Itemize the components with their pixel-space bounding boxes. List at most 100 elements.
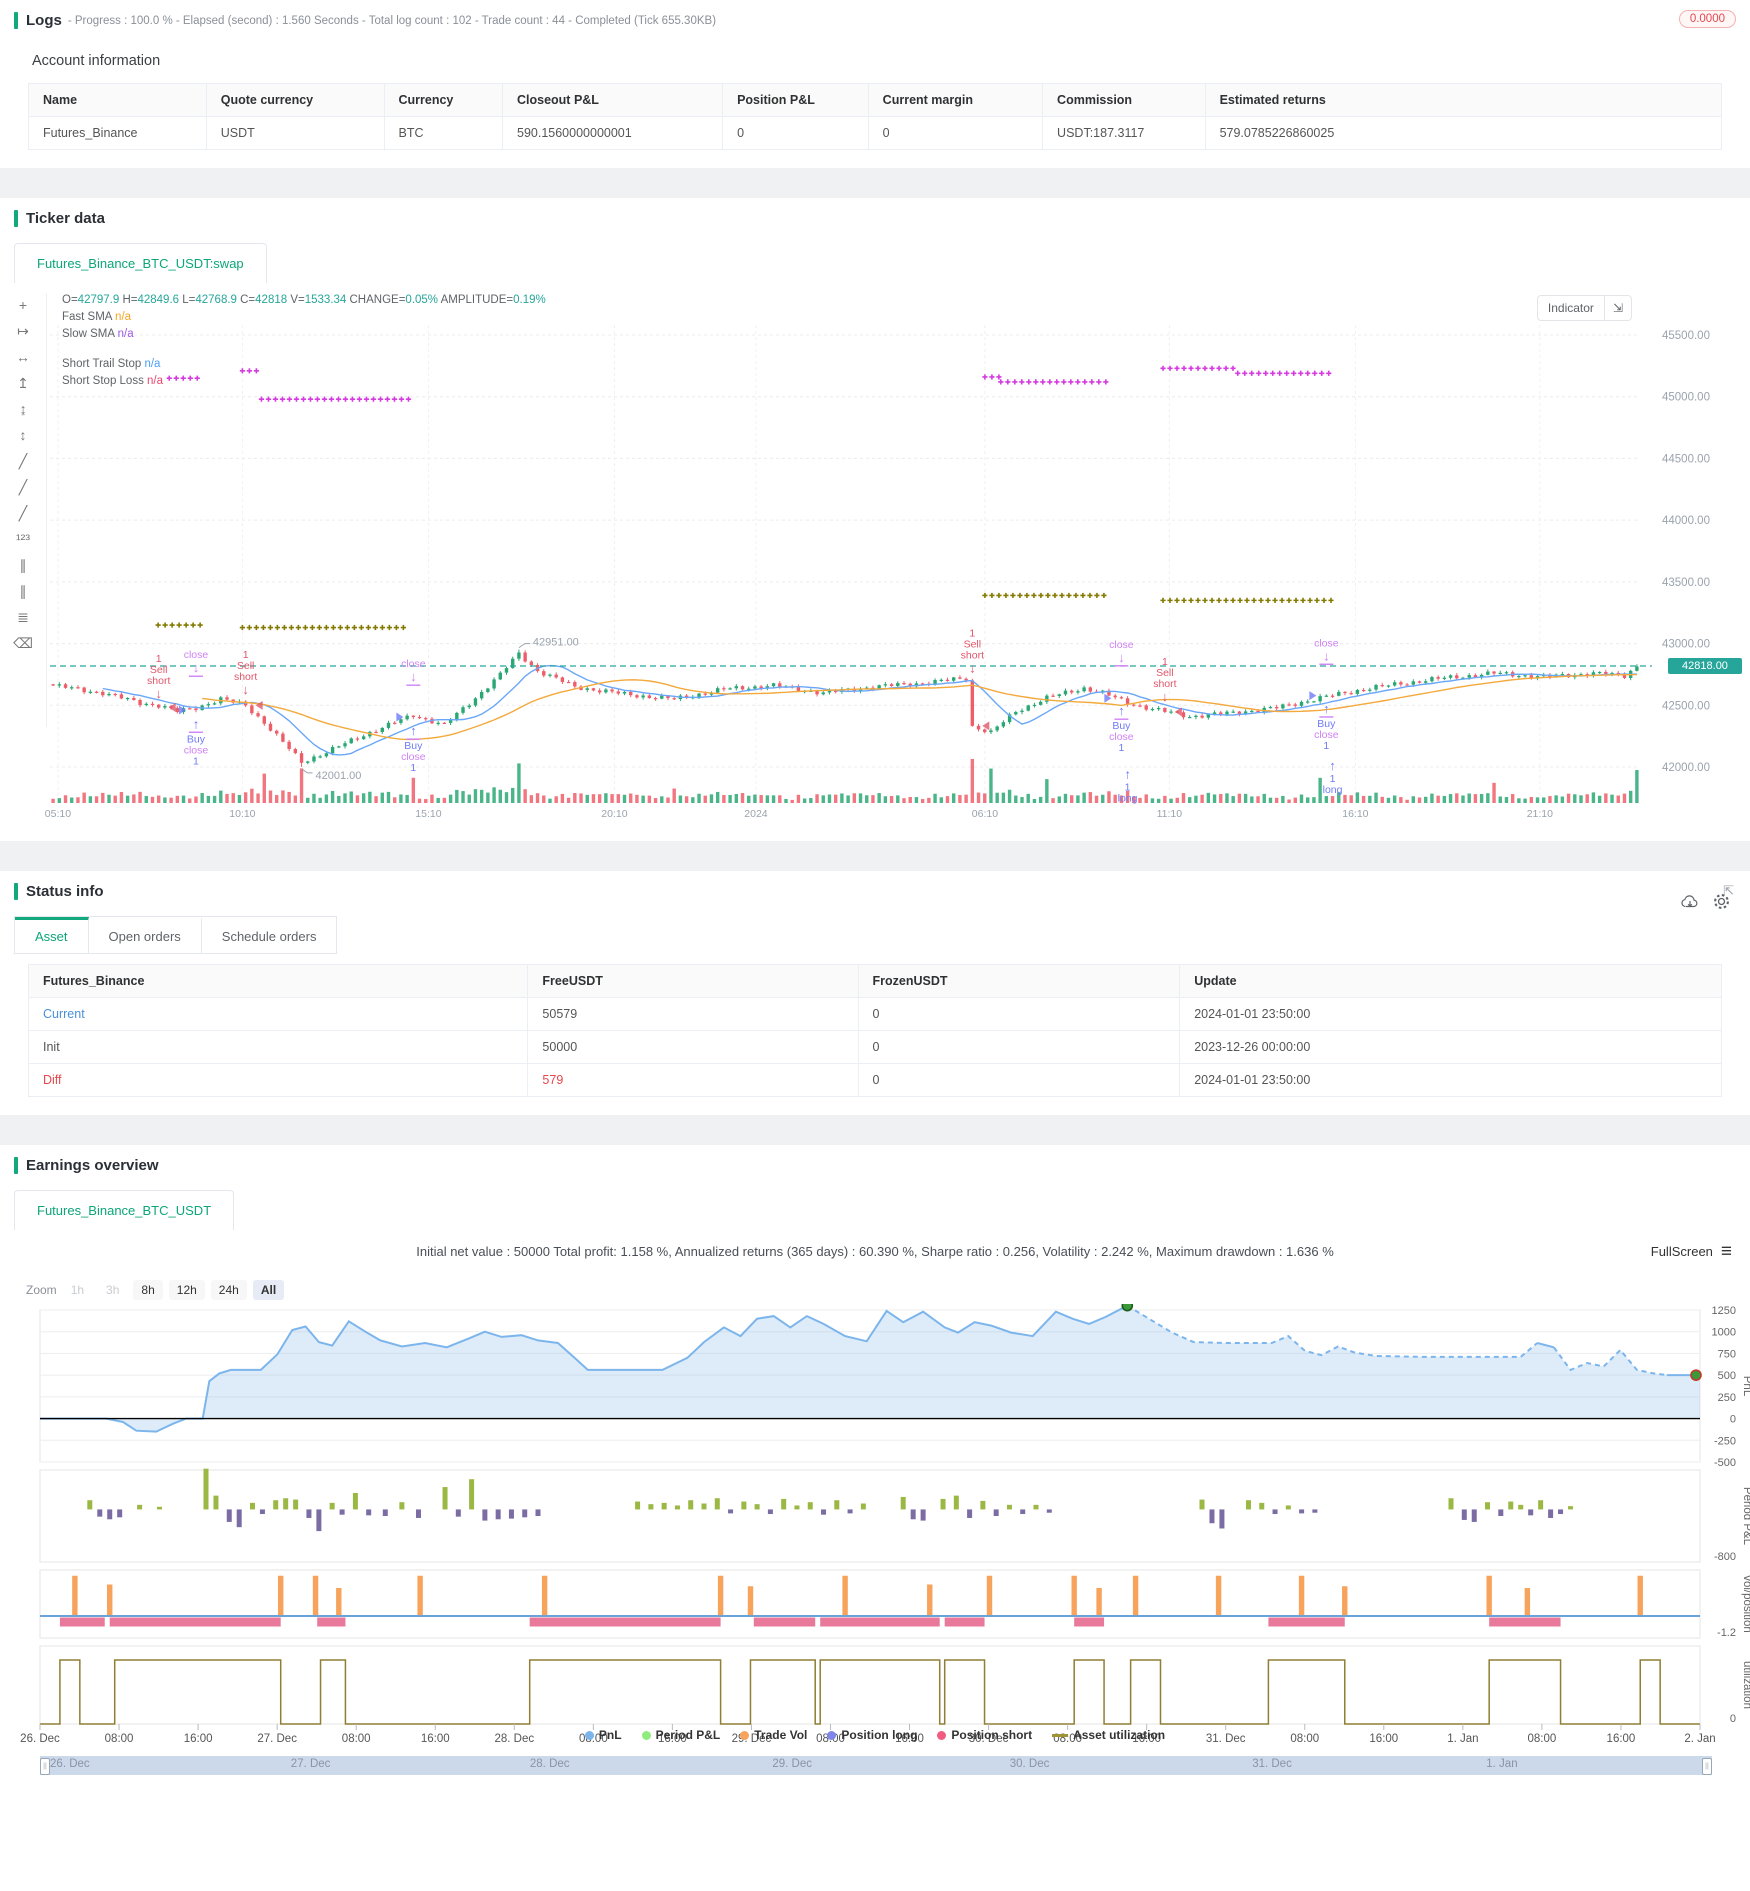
ticker-title: Ticker data [26,210,105,227]
svg-text:10:10: 10:10 [229,808,255,820]
svg-text:1: 1 [969,628,975,640]
legend-dot-marker [641,1730,651,1740]
cell: USDT [205,116,385,150]
gear-icon[interactable] [1713,893,1730,910]
numbered-line-icon[interactable]: ¹²³ [16,531,30,548]
column-header: Futures_Binance [27,964,529,998]
candles-layer [51,649,1639,767]
zoom-button-3h: 3h [106,1283,120,1297]
earnings-legend: PnL Period P&L Trade Vol Position long Posit… [0,1728,1750,1742]
svg-text:↓: ↓ [193,660,200,675]
channel-lines-icon[interactable]: ∥ [20,583,27,600]
expand-icon[interactable]: ⇲ [1603,296,1631,320]
zoom-button-all[interactable]: All [252,1280,285,1300]
chart-navigator[interactable]: 26. Dec 27. Dec 28. Dec 29. Dec 30. Dec 31. D… [40,1756,1712,1775]
cell: USDT:187.3117 [1042,116,1206,150]
tab-open-orders[interactable]: Open orders [88,917,202,953]
svg-text:2024: 2024 [744,808,768,820]
svg-text:↓: ↓ [1162,689,1169,704]
crosshair-icon[interactable]: + [19,297,27,314]
svg-text:short: short [961,650,984,662]
account-information-heading: Account information [32,53,161,69]
pnl-area [40,1305,1700,1432]
legend-dot-marker [937,1730,947,1740]
horizontal-ray-icon[interactable]: ↔ [16,349,30,366]
cloud-download-icon[interactable] [1681,894,1699,910]
legend-dot-marker [827,1730,837,1740]
svg-text:Sell: Sell [150,664,168,676]
legend-item-trade-vol[interactable]: Trade Vol [740,1728,807,1742]
trend-line-icon[interactable]: ╱ [19,453,27,470]
svg-text:utilization: utilization [1741,1661,1750,1709]
navigator-handle-left[interactable]: || [40,1758,50,1775]
drawing-toolbar: + ↦ ↔ ↥ ↨ ↕ ╱ ╱ ╱ ¹²³ ∥ ∥ ≣ ⌫ [0,293,47,727]
candlestick-chart-area[interactable]: 45500.00 45000.00 44500.00 44000.00 43500.00… [0,283,1750,823]
vertical-line-icon[interactable]: ↥ [17,375,29,392]
svg-text:Period P&L: Period P&L [1741,1487,1750,1546]
cell: 50579 [527,997,859,1031]
cell: 0 [857,1063,1181,1097]
legend-item-asset-utilization[interactable]: Asset utilization [1052,1728,1165,1742]
earnings-symbol-tab[interactable]: Futures_Binance_BTC_USDT [14,1190,235,1230]
column-header: Commission [1042,83,1206,117]
segment-line-icon[interactable]: ╱ [19,505,27,522]
tab-schedule-orders[interactable]: Schedule orders [201,917,337,953]
svg-text:↑: ↑ [1124,767,1131,782]
vertical-segment-icon[interactable]: ↨ [20,401,27,418]
zoom-button-8h[interactable]: 8h [133,1280,163,1300]
price-arrow-icon[interactable]: ↦ [17,323,29,340]
zoom-button-12h[interactable]: 12h [168,1280,205,1300]
legend-item-period-p&l[interactable]: Period P&L [641,1728,720,1742]
svg-text:43000.00: 43000.00 [1662,639,1710,651]
horizontal-lines-icon[interactable]: ≣ [17,609,29,626]
legend-line-marker [1052,1733,1069,1737]
svg-text:42001.00: 42001.00 [316,770,362,782]
chart-menu-icon[interactable]: ≡ [1721,1242,1732,1261]
earnings-chart[interactable]: 1250 1000 750 500 250 0 -250 -500 PnL -800 Period … [0,1304,1750,1752]
legend-item-position-short[interactable]: Position short [937,1728,1032,1742]
column-header: Quote currency [205,83,385,117]
ticker-data-section: Ticker data Futures_Binance_BTC_USDT:swa… [0,198,1750,841]
extended-vertical-icon[interactable]: ↕ [20,427,27,444]
svg-text:15:10: 15:10 [415,808,441,820]
status-tabbar: Asset Open orders Schedule orders [14,916,338,954]
volume-layer [51,759,1639,803]
svg-text:Sell: Sell [1156,667,1174,679]
status-title: Status info [26,883,104,900]
legend-dot-marker [584,1730,594,1740]
cell: Init [27,1030,529,1064]
ticker-symbol-tab[interactable]: Futures_Binance_BTC_USDT:swap [14,243,267,283]
parallel-lines-icon[interactable]: ∥ [20,557,27,574]
legend-item-position-long[interactable]: Position long [827,1728,917,1742]
tab-asset[interactable]: Asset [15,917,89,953]
svg-text:↓: ↓ [1323,648,1330,663]
stop-series [155,592,1334,631]
navigator-date-label: 1. Jan [1486,1758,1518,1770]
indicator-label[interactable]: Indicator [1538,296,1604,320]
pnl-marker-end [1690,1369,1702,1381]
svg-text:1: 1 [410,762,416,774]
cell: 590.1560000000001 [501,116,724,150]
svg-text:1: 1 [1323,740,1329,752]
legend-item-pnl[interactable]: PnL [584,1728,622,1742]
cell: 579.0785226860025 [1204,116,1723,150]
earnings-chart-area[interactable]: 1250 1000 750 500 250 0 -250 -500 PnL -800 Period … [0,1304,1750,1752]
fullscreen-button[interactable]: FullScreen [1651,1244,1713,1259]
ray-line-icon[interactable]: ╱ [19,479,27,496]
asset-table-head: Futures_Binance FreeUSDT FrozenUSDT Update [27,964,1722,998]
navigator-handle-right[interactable]: || [1702,1758,1712,1775]
svg-text:20:10: 20:10 [601,808,627,820]
svg-text:43500.00: 43500.00 [1662,577,1710,589]
svg-text:vol/position: vol/position [1741,1575,1750,1633]
cell: 0 [867,116,1044,150]
legend-row: Fast SMA n/a [62,311,132,323]
svg-text:-1.2: -1.2 [1717,1627,1736,1639]
svg-text:750: 750 [1718,1348,1736,1360]
svg-text:1: 1 [156,653,162,665]
legend-dot-marker [740,1730,750,1740]
navigator-date-label: 28. Dec [529,1758,570,1770]
indicator-button[interactable]: Indicator ⇲ [1536,295,1632,321]
zoom-button-24h[interactable]: 24h [210,1280,247,1300]
trash-icon[interactable]: ⌫ [13,635,33,652]
pnl-marker-peak [1121,1304,1134,1312]
